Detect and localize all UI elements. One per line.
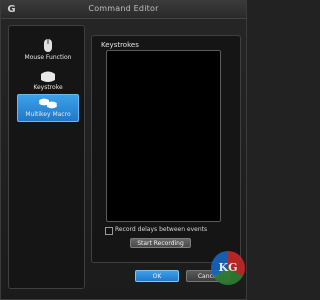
- keystrokes-list[interactable]: [106, 50, 221, 222]
- watermark-logo: KG: [211, 251, 245, 285]
- keystroke-icon: [41, 71, 55, 82]
- command-editor-window: G Command Editor Mouse Function Keystrok…: [0, 0, 247, 300]
- nav-item-label: Multikey Macro: [25, 111, 71, 118]
- keystrokes-label: Keystrokes: [101, 41, 139, 49]
- nav-item-label: Mouse Function: [24, 54, 72, 61]
- multikey-icon: [39, 98, 57, 109]
- nav-item-multikey-macro[interactable]: Multikey Macro: [17, 94, 79, 122]
- command-type-panel: Mouse Function Keystroke Multikey Macro: [8, 25, 85, 289]
- nav-item-mouse-function[interactable]: Mouse Function: [17, 38, 79, 66]
- mouse-icon: [44, 39, 52, 52]
- ok-button[interactable]: OK: [135, 270, 179, 282]
- record-delays-checkbox[interactable]: [105, 227, 113, 235]
- nav-item-keystroke[interactable]: Keystroke: [17, 68, 79, 96]
- nav-item-label: Keystroke: [33, 84, 63, 91]
- start-recording-button[interactable]: Start Recording: [130, 238, 191, 248]
- window-title: Command Editor: [88, 4, 159, 13]
- title-bar[interactable]: G Command Editor: [1, 1, 246, 19]
- record-delays-label: Record delays between events: [115, 226, 208, 233]
- watermark-text: KG: [218, 261, 238, 274]
